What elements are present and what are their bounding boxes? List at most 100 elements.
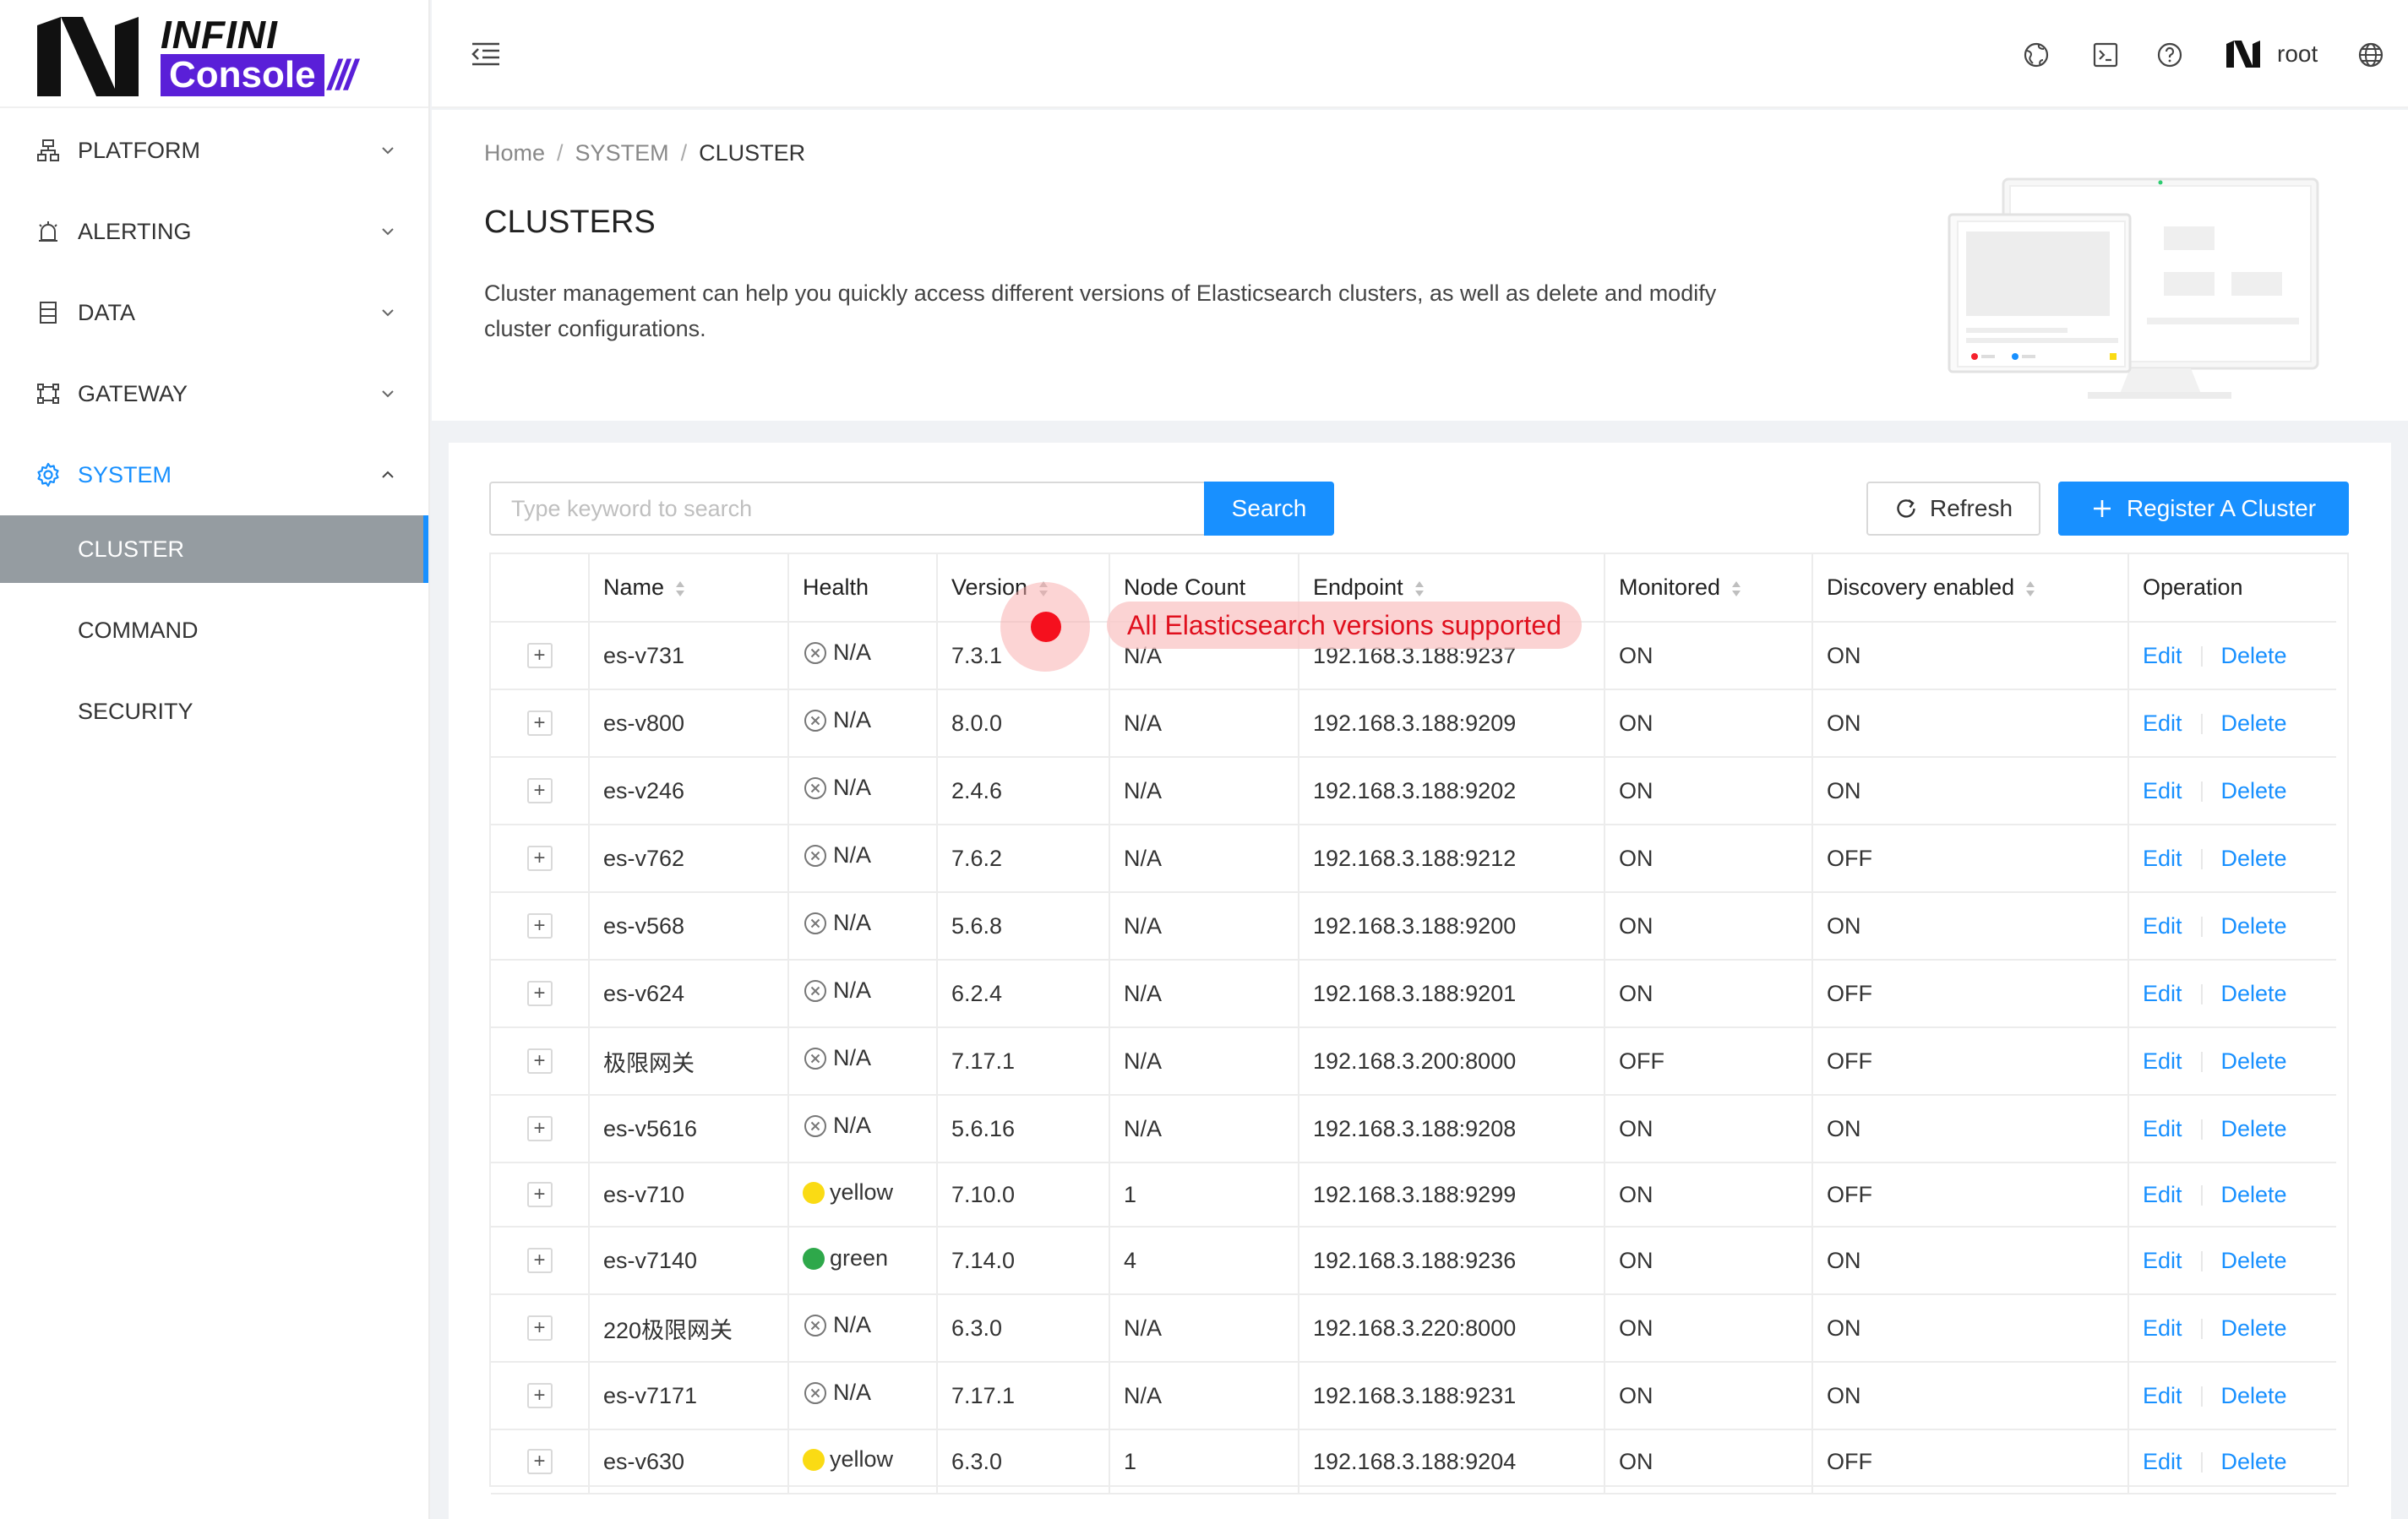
delete-link[interactable]: Delete <box>2221 1383 2287 1408</box>
delete-link[interactable]: Delete <box>2221 913 2287 939</box>
chevron-down-icon <box>382 390 394 398</box>
register-cluster-button[interactable]: Register A Cluster <box>2058 482 2349 536</box>
edit-link[interactable]: Edit <box>2143 913 2182 939</box>
expand-cell: + <box>491 825 590 893</box>
app-logo[interactable]: INFINI Console /// <box>0 0 428 108</box>
delete-link[interactable]: Delete <box>2221 981 2287 1006</box>
delete-link[interactable]: Delete <box>2221 778 2287 803</box>
delete-link[interactable]: Delete <box>2221 1248 2287 1273</box>
column-header[interactable]: Discovery enabled <box>1812 554 2129 623</box>
edit-link[interactable]: Edit <box>2143 1315 2182 1341</box>
expand-row-button[interactable]: + <box>526 1048 553 1074</box>
cell-name[interactable]: es-v710 <box>589 1162 789 1228</box>
expand-row-button[interactable]: + <box>526 981 553 1006</box>
chevron-down-icon <box>382 309 394 317</box>
expand-row-button[interactable]: + <box>526 643 553 668</box>
search-button[interactable]: Search <box>1204 482 1334 536</box>
tooltip-marker-dot[interactable] <box>1031 612 1061 642</box>
delete-link[interactable]: Delete <box>2221 1182 2287 1207</box>
sort-icon[interactable] <box>674 579 686 599</box>
delete-link[interactable]: Delete <box>2221 1449 2287 1474</box>
edit-link[interactable]: Edit <box>2143 981 2182 1006</box>
cell-operation: Edit Delete <box>2128 960 2336 1028</box>
sidebar-item-data[interactable]: DATA <box>0 272 428 353</box>
edit-link[interactable]: Edit <box>2143 643 2182 668</box>
cell-name[interactable]: es-v762 <box>589 825 789 893</box>
health-yellow-dot <box>803 1448 825 1471</box>
user-logo-icon[interactable] <box>2226 41 2260 68</box>
expand-row-button[interactable]: + <box>526 846 553 871</box>
edit-link[interactable]: Edit <box>2143 1383 2182 1408</box>
expand-row-button[interactable]: + <box>526 778 553 803</box>
feature-tooltip: All Elasticsearch versions supported <box>1107 602 1583 649</box>
cell-name[interactable]: es-v7171 <box>589 1362 789 1430</box>
sort-icon[interactable] <box>1730 579 1742 599</box>
delete-link[interactable]: Delete <box>2221 710 2287 736</box>
cell-discovery: ON <box>1812 1095 2129 1163</box>
cell-version: 5.6.16 <box>937 1095 1110 1163</box>
delete-link[interactable]: Delete <box>2221 1116 2287 1141</box>
search-input[interactable] <box>489 482 1206 536</box>
expand-row-button[interactable]: + <box>526 710 553 736</box>
breadcrumb-system[interactable]: SYSTEM <box>575 140 669 166</box>
sidebar-subitem-command[interactable]: COMMAND <box>0 596 428 664</box>
expand-row-button[interactable]: + <box>526 1248 553 1273</box>
expand-row-button[interactable]: + <box>526 1383 553 1408</box>
cell-name[interactable]: es-v630 <box>589 1429 789 1494</box>
sidebar-item-label: SYSTEM <box>78 461 172 487</box>
delete-link[interactable]: Delete <box>2221 643 2287 668</box>
cell-name[interactable]: 220极限网关 <box>589 1294 789 1363</box>
edit-link[interactable]: Edit <box>2143 1182 2182 1207</box>
edit-link[interactable]: Edit <box>2143 778 2182 803</box>
cell-name[interactable]: 极限网关 <box>589 1027 789 1096</box>
sidebar-item-gateway[interactable]: GATEWAY <box>0 353 428 434</box>
refresh-button[interactable]: Refresh <box>1866 482 2040 536</box>
sidebar-item-alerting[interactable]: ALERTING <box>0 191 428 272</box>
cell-name[interactable]: es-v624 <box>589 960 789 1028</box>
cell-name[interactable]: es-v5616 <box>589 1095 789 1163</box>
language-icon[interactable] <box>2356 41 2385 69</box>
cell-name[interactable]: es-v7140 <box>589 1227 789 1295</box>
sidebar-item-platform[interactable]: PLATFORM <box>0 110 428 191</box>
expand-row-button[interactable]: + <box>526 1182 553 1207</box>
divider <box>2200 984 2203 1005</box>
expand-row-button[interactable]: + <box>526 1116 553 1141</box>
delete-link[interactable]: Delete <box>2221 846 2287 871</box>
expand-row-button[interactable]: + <box>526 1315 553 1341</box>
health-label: green <box>830 1245 889 1271</box>
sort-icon[interactable] <box>2024 579 2036 599</box>
cell-operation: Edit Delete <box>2128 892 2336 961</box>
divider <box>2200 1452 2203 1473</box>
username[interactable]: root <box>2277 41 2318 68</box>
sidebar-item-system[interactable]: SYSTEM <box>0 434 428 515</box>
table-row: + es-v7140 green 7.14.0 4 192.168.3.188:9236 O… <box>491 1227 2336 1295</box>
globe-monitor-icon[interactable] <box>2022 41 2051 69</box>
cell-name[interactable]: es-v568 <box>589 892 789 961</box>
delete-link[interactable]: Delete <box>2221 1048 2287 1074</box>
edit-link[interactable]: Edit <box>2143 1048 2182 1074</box>
cell-name[interactable]: es-v731 <box>589 622 789 690</box>
collapse-menu-icon[interactable] <box>469 37 503 71</box>
column-header-label: Node Count <box>1124 574 1246 600</box>
edit-link[interactable]: Edit <box>2143 1248 2182 1273</box>
cell-name[interactable]: es-v246 <box>589 757 789 825</box>
sidebar-subitem-security[interactable]: SECURITY <box>0 678 428 745</box>
breadcrumb-home[interactable]: Home <box>484 140 545 166</box>
cell-version: 6.2.4 <box>937 960 1110 1028</box>
edit-link[interactable]: Edit <box>2143 710 2182 736</box>
delete-link[interactable]: Delete <box>2221 1315 2287 1341</box>
edit-link[interactable]: Edit <box>2143 1449 2182 1474</box>
cell-health: N/A <box>788 1027 938 1096</box>
terminal-icon[interactable] <box>2091 41 2120 69</box>
column-header[interactable]: Monitored <box>1604 554 1813 623</box>
column-header[interactable]: Name <box>589 554 789 623</box>
edit-link[interactable]: Edit <box>2143 846 2182 871</box>
expand-row-button[interactable]: + <box>526 913 553 939</box>
cell-name[interactable]: es-v800 <box>589 689 789 758</box>
sidebar-subitem-cluster[interactable]: CLUSTER <box>0 515 428 583</box>
column-header-label: Monitored <box>1619 574 1721 600</box>
expand-row-button[interactable]: + <box>526 1449 553 1474</box>
help-icon[interactable] <box>2155 41 2184 69</box>
sort-icon[interactable] <box>1414 579 1425 599</box>
edit-link[interactable]: Edit <box>2143 1116 2182 1141</box>
